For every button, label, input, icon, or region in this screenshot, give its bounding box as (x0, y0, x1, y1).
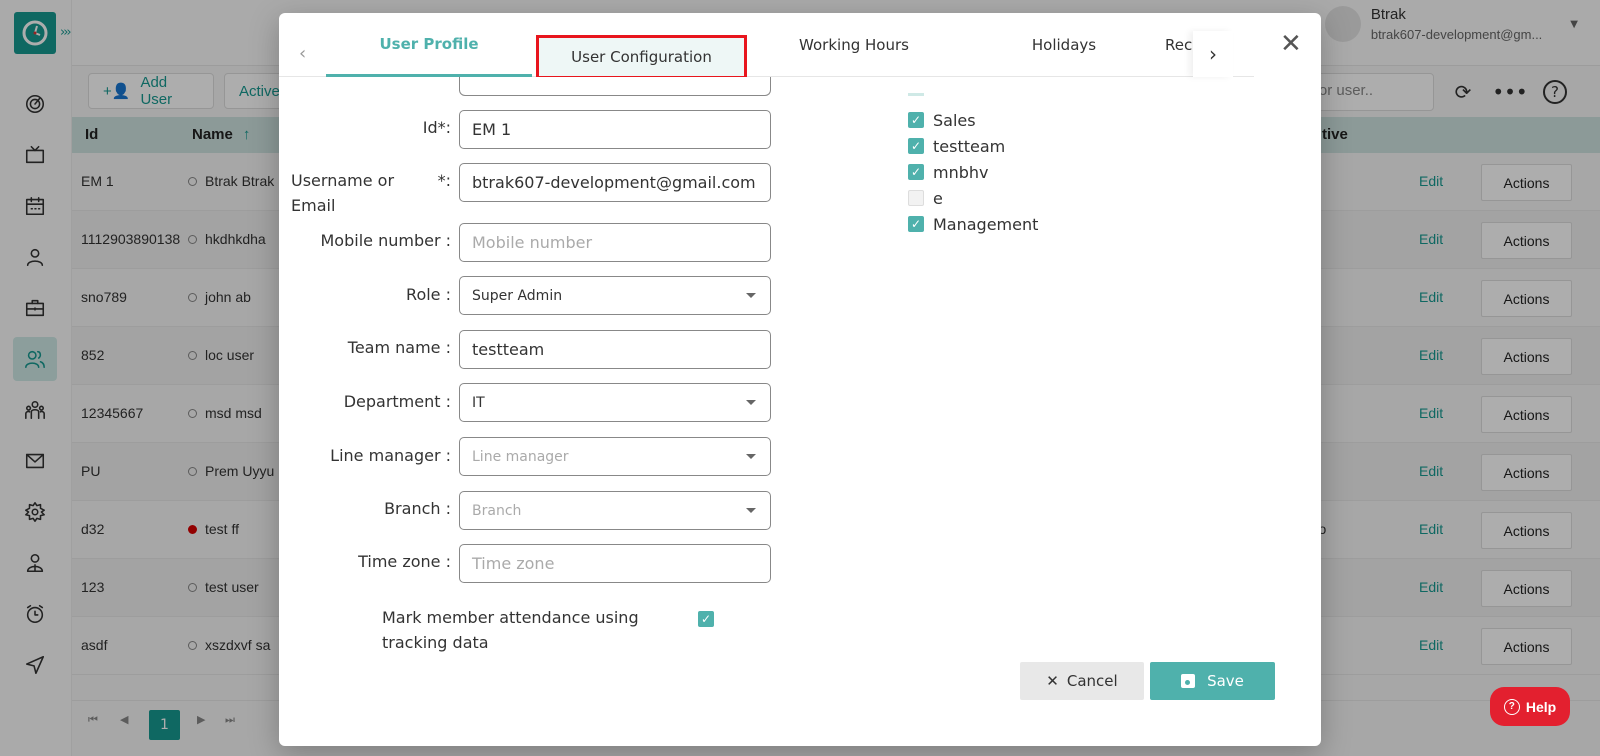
truncated-field-above[interactable] (459, 77, 771, 96)
time-zone-label: Time zone : (358, 552, 451, 571)
username-label-line2: Email (291, 196, 336, 215)
chevron-down-icon (746, 400, 756, 405)
id-field[interactable]: EM 1 (459, 110, 771, 149)
mobile-number-label: Mobile number : (320, 231, 452, 250)
team-checkbox-item[interactable]: ✓ Management (908, 213, 1038, 235)
chevron-down-icon (746, 454, 756, 459)
save-icon (1181, 674, 1196, 688)
cancel-label: Cancel (1066, 672, 1118, 690)
team-checkbox-item[interactable]: ✓ testteam (908, 135, 1005, 157)
user-edit-dialog: ‹ User Profile User Configuration Workin… (279, 13, 1321, 746)
chevron-down-icon (746, 293, 756, 298)
department-value: IT (472, 395, 485, 411)
attendance-tracking-label: Mark member attendance using tracking da… (382, 608, 639, 652)
team-label: Management (933, 214, 1039, 234)
time-zone-field[interactable]: Time zone (459, 544, 771, 583)
line-manager-label: Line manager : (330, 446, 451, 465)
close-icon: ✕ (1046, 672, 1059, 690)
id-label: Id*: (422, 118, 451, 137)
team-name-field[interactable]: testteam (459, 330, 771, 369)
tab-user-profile[interactable]: User Profile (326, 13, 532, 77)
close-icon[interactable]: ✕ (1280, 29, 1302, 59)
team-label: testteam (933, 136, 1006, 156)
department-select[interactable]: IT (459, 383, 771, 422)
tab-working-hours[interactable]: Working Hours (749, 13, 959, 77)
chevron-down-icon (746, 508, 756, 513)
branch-label: Branch : (384, 499, 451, 518)
line-manager-select[interactable]: Line manager (459, 437, 771, 476)
role-select[interactable]: Super Admin (459, 276, 771, 315)
save-label: Save (1207, 672, 1244, 690)
department-label: Department : (343, 392, 451, 411)
username-email-field[interactable]: btrak607-development@gmail.com (459, 163, 771, 202)
help-circle-icon: ? (1503, 698, 1520, 715)
checkbox-checked-icon[interactable]: ✓ (908, 138, 924, 154)
tab-holidays[interactable]: Holidays (959, 13, 1169, 77)
attendance-tracking-checkbox[interactable]: ✓ (698, 611, 714, 627)
branch-placeholder: Branch (472, 503, 522, 519)
team-label: mnbhv (933, 162, 989, 182)
help-label: Help (1525, 698, 1557, 715)
team-checkbox-item[interactable]: e (908, 187, 943, 209)
role-value: Super Admin (472, 288, 563, 304)
tab-user-configuration[interactable]: User Configuration (536, 35, 747, 79)
checkbox-checked-icon[interactable]: ✓ (908, 164, 924, 180)
tabs-scroll-right-icon[interactable]: › (1193, 31, 1233, 77)
checkbox-checked-icon[interactable]: ✓ (908, 216, 924, 232)
checkbox-checked-icon[interactable]: ✓ (908, 112, 924, 128)
team-list-scroll-stub (908, 93, 924, 96)
line-manager-placeholder: Line manager (472, 449, 569, 465)
team-checkbox-item[interactable]: ✓ mnbhv (908, 161, 989, 183)
tab-bar: ‹ User Profile User Configuration Workin… (279, 13, 1254, 79)
username-required-mark: *: (437, 171, 451, 190)
branch-select[interactable]: Branch (459, 491, 771, 530)
cancel-button[interactable]: ✕ Cancel (1020, 662, 1144, 700)
mobile-number-field[interactable]: Mobile number (459, 223, 771, 262)
save-button[interactable]: Save (1150, 662, 1275, 700)
tabs-scroll-left-icon[interactable]: ‹ (299, 43, 306, 64)
team-label: e (933, 188, 943, 208)
team-label: Sales (933, 110, 976, 130)
username-label-line1: Username or (291, 171, 395, 190)
team-checkbox-item[interactable]: ✓ Sales (908, 109, 976, 131)
role-label: Role : (406, 285, 451, 304)
help-button[interactable]: ? Help (1490, 687, 1570, 726)
team-name-label: Team name : (347, 338, 451, 357)
checkbox-unchecked-icon[interactable] (908, 190, 924, 206)
